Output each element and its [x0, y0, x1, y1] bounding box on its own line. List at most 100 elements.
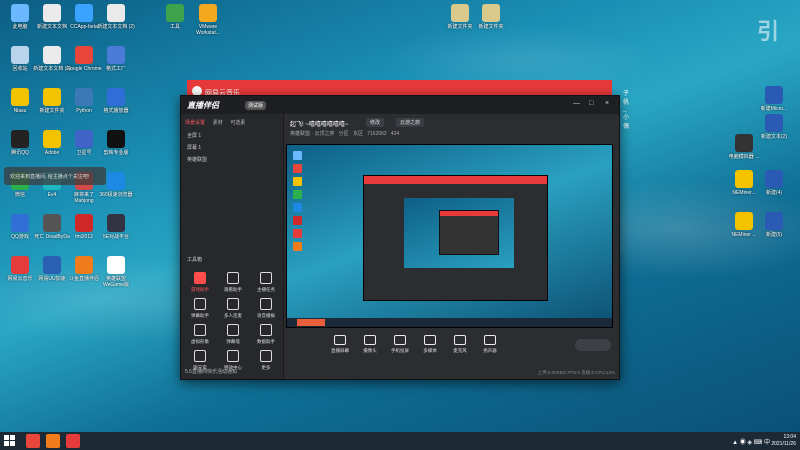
app-icon — [107, 214, 125, 232]
control-icon — [424, 335, 436, 345]
desktop-icon[interactable]: 英雄联盟 WeGame版 — [96, 256, 136, 288]
app-icon — [43, 4, 61, 22]
control-button[interactable]: 直播屏幕 — [326, 335, 354, 354]
streaming-app-window[interactable]: 直播伴侣 测试版 — □ × 场景设置 素材 可选素 全屏 1 屏幕 1 英雄联… — [180, 95, 620, 380]
tab-optional[interactable]: 可选素 — [230, 119, 245, 126]
douyu-taskbar-icon[interactable] — [46, 434, 60, 448]
desktop-icon-label: 英雄联盟 WeGame版 — [102, 276, 130, 288]
app-icon — [11, 4, 29, 22]
tool-button[interactable]: 观看助手 — [218, 272, 248, 293]
tool-icon — [227, 324, 239, 336]
minimize-button[interactable]: — — [573, 100, 580, 107]
tab-scene[interactable]: 场景设置 — [185, 119, 205, 126]
edit-badge[interactable]: 修改 — [366, 118, 385, 127]
tool-button[interactable]: 数据助手 — [251, 324, 281, 345]
app-icon — [735, 134, 753, 152]
control-label: 多媒体 — [423, 348, 437, 353]
tool-label: 主播任务 — [257, 287, 275, 292]
control-icon — [484, 335, 496, 345]
desktop-icon[interactable]: VMware Workstat... — [188, 4, 228, 36]
tool-button[interactable]: 主播任务 — [251, 272, 281, 293]
app-sidebar: 场景设置 素材 可选素 全屏 1 屏幕 1 英雄联盟 工具箱 游戏助手 观看助手 主… — [181, 114, 284, 379]
desktop-icon-label: NEMiner ... — [731, 232, 757, 238]
maximize-button[interactable]: □ — [589, 100, 593, 107]
tool-icon — [260, 324, 272, 336]
tool-icon — [227, 298, 239, 310]
control-label: 直播屏幕 — [331, 348, 349, 353]
chrome-taskbar-icon[interactable] — [26, 434, 40, 448]
tool-button[interactable]: 游戏助手 — [185, 272, 215, 293]
desktop-icon-label: 剪映专业版 — [103, 150, 129, 156]
desktop-icon-label: 新建文本文档 (2) — [97, 24, 135, 30]
tool-label: 多人连麦 — [224, 313, 242, 318]
app-icon — [199, 4, 217, 22]
control-button[interactable]: 扬声器 — [476, 335, 504, 354]
control-button[interactable]: 麦克风 — [446, 335, 474, 354]
tool-button[interactable]: 弹幕墙 — [218, 324, 248, 345]
go-live-button[interactable] — [575, 339, 611, 351]
desktop-icon-label: 新建Micro... — [760, 106, 788, 112]
close-button[interactable]: × — [605, 100, 609, 107]
stream-preview[interactable] — [286, 144, 613, 328]
control-label: 麦克风 — [453, 348, 467, 353]
app-icon — [75, 46, 93, 64]
control-label: 摄像头 — [363, 348, 377, 353]
scene-item[interactable]: 全屏 1 — [187, 132, 201, 139]
tool-label: 游戏助手 — [191, 287, 209, 292]
start-button[interactable] — [4, 435, 15, 446]
tool-button[interactable]: 语音播报 — [251, 298, 281, 319]
category-badge[interactable]: 云游之旅 — [396, 118, 425, 127]
app-icon — [43, 256, 61, 274]
brand-tag: 测试版 — [245, 101, 267, 110]
scene-item[interactable]: 英雄联盟 — [187, 156, 207, 163]
desktop-icon-label: 电脑模拟器 ... — [728, 154, 760, 160]
stream-subinfo: 英雄联盟 · 云顶之弈 分区 · 东区 7162062 434 — [290, 131, 400, 137]
desktop-icon[interactable]: 新建文件夹 — [471, 4, 511, 30]
app-icon — [107, 46, 125, 64]
tool-icon — [194, 298, 206, 310]
app-icon — [735, 212, 753, 230]
tool-button[interactable]: 弹幕助手 — [185, 298, 215, 319]
tab-material[interactable]: 素材 — [213, 119, 223, 126]
desktop-icon-label: 新建文件夹 — [478, 24, 504, 30]
app-icon — [166, 4, 184, 22]
tools-title: 工具箱 — [187, 257, 203, 263]
stream-title[interactable]: 起飞! ~嘻嘻嘻嘻嘻嘻~ — [290, 119, 348, 128]
desktop-icon-label: NEMiner... — [732, 190, 756, 196]
control-button[interactable]: 摄像头 — [356, 335, 384, 354]
tool-button[interactable]: 虚拟形象 — [185, 324, 215, 345]
tool-button[interactable]: 更多 — [251, 350, 281, 371]
music-user[interactable]: 子帆_小偶 — [623, 88, 629, 130]
status-text: 5.6直播间快乐活动通知 — [185, 369, 237, 375]
sidebar-tabs: 场景设置 素材 可选素 — [185, 119, 251, 126]
desktop-icon[interactable]: 新建文本文档 (2) — [96, 4, 136, 30]
scene-item[interactable]: 屏幕 1 — [187, 144, 201, 151]
app-icon — [451, 4, 469, 22]
stats-bar: 上传:0.00KB/s FPS:0 丢帧:0 CPU:12% — [537, 370, 615, 375]
desktop-icon-label: VMware Workstat... — [196, 24, 220, 36]
desktop-icon[interactable]: 剪映专业版 — [96, 130, 136, 156]
desktop-icon[interactable]: 格式工厂 — [96, 46, 136, 72]
control-icon — [454, 335, 466, 345]
app-brand: 直播伴侣 — [187, 101, 219, 110]
desktop-icon[interactable]: NEMiner... — [724, 170, 764, 196]
desktop-icon[interactable]: NEMiner ... — [724, 212, 764, 238]
desktop-icon[interactable]: 格式播放器 — [96, 88, 136, 114]
desktop-icon[interactable]: 5E对战平台 — [96, 214, 136, 240]
tool-button[interactable]: 多人连麦 — [218, 298, 248, 319]
tool-icon — [260, 350, 272, 362]
app-titlebar: 直播伴侣 测试版 — □ × — [181, 96, 619, 114]
tool-label: 弹幕墙 — [226, 339, 240, 344]
control-button[interactable]: 手机投屏 — [386, 335, 414, 354]
desktop-icon[interactable]: 电脑模拟器 ... — [724, 134, 764, 160]
app-icon — [43, 214, 61, 232]
preview-taskbar — [287, 318, 612, 327]
music-taskbar-icon[interactable] — [66, 434, 80, 448]
desktop-icon[interactable]: 新建Micro... — [754, 86, 794, 112]
desktop-icon-label: 360极速浏览器 — [99, 192, 133, 198]
system-tray[interactable]: ▲ ◉ ◈ ⌨ 中 — [732, 437, 770, 446]
app-icon — [43, 46, 61, 64]
tool-icon — [260, 272, 272, 284]
control-button[interactable]: 多媒体 — [416, 335, 444, 354]
clock[interactable]: 13:04 2021/11/26 — [771, 434, 796, 448]
